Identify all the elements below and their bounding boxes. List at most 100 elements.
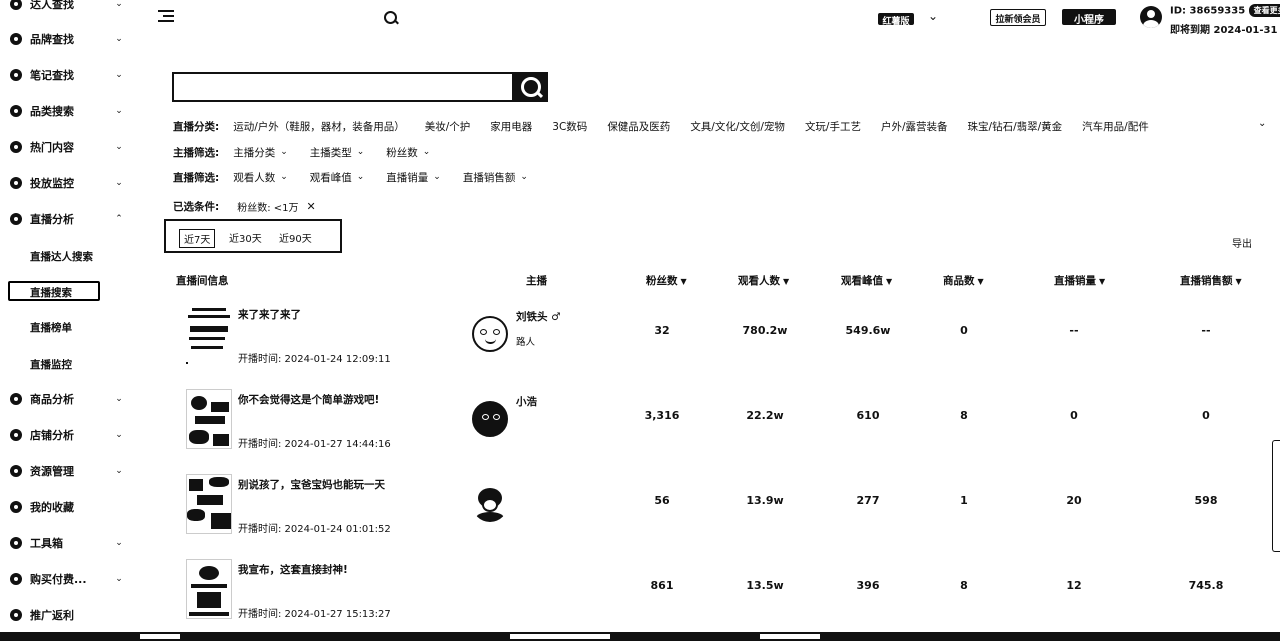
export-button[interactable]: 导出 <box>1232 235 1252 250</box>
table-row[interactable]: 别说孩了，宝爸宝妈也能玩一天 开播时间: 2024-01-24 01:01:52… <box>160 464 1270 549</box>
header-goods[interactable]: 商品数 ▼ <box>943 273 984 288</box>
search-icon[interactable] <box>383 10 399 26</box>
live-start-time: 开播时间: 2024-01-24 01:01:52 <box>238 524 391 535</box>
anchor-name[interactable]: 小浩 <box>516 394 537 409</box>
sales-dropdown[interactable]: 直播销量 ⌄ <box>386 170 441 185</box>
tab-90-days[interactable]: 近90天 <box>279 230 312 245</box>
live-start-time: 开播时间: 2024-01-24 12:09:11 <box>238 354 391 365</box>
header-revenue[interactable]: 直播销售额 ▼ <box>1180 273 1242 288</box>
side-drawer-handle[interactable] <box>1272 440 1280 552</box>
header-peak[interactable]: 观看峰值 ▼ <box>841 273 892 288</box>
chevron-down-icon[interactable]: ⌄ <box>1258 118 1266 129</box>
category-option[interactable]: 运动/户外（鞋服，器材，装备用品） <box>233 119 405 134</box>
live-title[interactable]: 来了来了来了 <box>238 307 301 322</box>
sort-icon: ▼ <box>1099 277 1106 286</box>
category-filter-row: 直播分类: 运动/户外（鞋服，器材，装备用品） 美妆/个护 家用电器 3C数码 … <box>173 118 1169 134</box>
sidebar-item-category-search[interactable]: 品类搜索 ⌄ <box>10 100 124 122</box>
menu-dot-icon <box>10 33 22 45</box>
header-viewers[interactable]: 观看人数 ▼ <box>738 273 789 288</box>
header-label: 商品数 <box>943 275 975 287</box>
sidebar-item-label: 我的收藏 <box>30 501 74 514</box>
invite-vip-button[interactable]: 拉新领会员 <box>990 9 1046 26</box>
cell-sales: 0 <box>1070 409 1078 422</box>
sidebar-item-note-search[interactable]: 笔记查找 ⌄ <box>10 64 124 86</box>
sidebar-item-resource-management[interactable]: 资源管理 ⌄ <box>10 460 124 482</box>
period-tabs: 近7天 近30天 近90天 <box>164 219 342 253</box>
category-option[interactable]: 文具/文化/文创/宠物 <box>690 119 785 134</box>
viewers-dropdown[interactable]: 观看人数 ⌄ <box>233 170 288 185</box>
revenue-dropdown[interactable]: 直播销售额 ⌄ <box>463 170 528 185</box>
anchor-category-dropdown[interactable]: 主播分类 ⌄ <box>233 145 288 160</box>
live-title[interactable]: 我宣布，这套直接封神! <box>238 562 348 577</box>
more-badge[interactable]: 查看更多 <box>1248 4 1280 17</box>
category-option[interactable]: 家用电器 <box>490 119 532 134</box>
tab-7-days[interactable]: 近7天 <box>179 229 216 248</box>
anchor-name[interactable]: 刘铁头 ♂ <box>516 309 561 324</box>
tab-30-days[interactable]: 近30天 <box>229 230 262 245</box>
sidebar-sub-live-ranking[interactable]: 直播榜单 <box>30 320 72 335</box>
live-title[interactable]: 你不会觉得这是个简单游戏吧! <box>238 392 379 407</box>
dropdown-label: 粉丝数 <box>386 146 418 159</box>
sort-icon: ▼ <box>680 277 687 286</box>
sidebar-item-product-analysis[interactable]: 商品分析 ⌄ <box>10 388 124 410</box>
sidebar-sub-live-influencer-search[interactable]: 直播达人搜索 <box>30 249 93 264</box>
table-row[interactable]: 来了来了来了 开播时间: 2024-01-24 12:09:11 刘铁头 ♂ 路… <box>160 294 1270 379</box>
fans-dropdown[interactable]: 粉丝数 ⌄ <box>386 145 430 160</box>
anchor-type-dropdown[interactable]: 主播类型 ⌄ <box>310 145 365 160</box>
live-cover-image[interactable] <box>186 304 232 364</box>
sidebar-item-purchase[interactable]: 购买付费... ⌄ <box>10 568 124 590</box>
sidebar-item-referral[interactable]: 推广返利 <box>10 604 124 626</box>
live-title[interactable]: 别说孩了，宝爸宝妈也能玩一天 <box>238 477 385 492</box>
sort-icon: ▼ <box>783 277 790 286</box>
header-live-info: 直播间信息 <box>176 275 229 287</box>
peak-dropdown[interactable]: 观看峰值 ⌄ <box>310 170 365 185</box>
cell-sales: 20 <box>1066 494 1082 507</box>
sidebar-item-live-analysis[interactable]: 直播分析 ⌃ <box>10 208 124 230</box>
table-row[interactable]: 我宣布，这套直接封神! 开播时间: 2024-01-27 15:13:27 86… <box>160 549 1270 634</box>
sidebar-item-ad-monitor[interactable]: 投放监控 ⌄ <box>10 172 124 194</box>
search-input[interactable] <box>174 74 512 100</box>
sidebar-item-favorites[interactable]: 我的收藏 <box>10 496 124 518</box>
search-button[interactable] <box>512 72 548 102</box>
sidebar-item-brand-search[interactable]: 品牌查找 ⌄ <box>10 28 124 50</box>
category-option[interactable]: 3C数码 <box>552 119 587 134</box>
mini-program-button[interactable]: 小程序 <box>1062 9 1116 25</box>
category-option[interactable]: 珠宝/钻石/翡翠/黄金 <box>968 119 1063 134</box>
category-option[interactable]: 美妆/个护 <box>425 119 471 134</box>
category-option[interactable]: 保健品及医药 <box>607 119 670 134</box>
category-option[interactable]: 文玩/手工艺 <box>805 119 861 134</box>
dropdown-label: 直播销售额 <box>462 171 516 184</box>
live-start-time: 开播时间: 2024-01-27 14:44:16 <box>238 439 391 450</box>
category-option[interactable]: 汽车用品/配件 <box>1082 119 1149 134</box>
anchor-avatar[interactable] <box>472 486 508 522</box>
chevron-down-icon: ⌄ <box>115 142 123 152</box>
sidebar-sub-live-monitor[interactable]: 直播监控 <box>30 357 72 372</box>
live-cover-image[interactable] <box>186 474 232 534</box>
live-cover-image[interactable] <box>186 389 232 449</box>
sidebar-item-influencer-search[interactable]: 达人查找 ⌄ <box>10 0 124 15</box>
header-sales[interactable]: 直播销量 ▼ <box>1054 273 1105 288</box>
header-fans[interactable]: 粉丝数 ▼ <box>646 273 687 288</box>
sidebar-item-shop-analysis[interactable]: 店铺分析 ⌄ <box>10 424 124 446</box>
anchor-avatar[interactable] <box>472 316 508 352</box>
dropdown-label: 观看人数 <box>233 171 276 184</box>
header-label: 直播销售额 <box>1180 275 1233 287</box>
menu-toggle-icon[interactable] <box>158 10 174 24</box>
close-icon[interactable]: ✕ <box>307 200 316 213</box>
live-cover-image[interactable] <box>186 559 232 619</box>
sidebar-sub-live-search[interactable]: 直播搜索 <box>8 281 100 301</box>
selected-chip: 粉丝数: <1万 ✕ <box>237 199 316 214</box>
menu-dot-icon <box>10 177 22 189</box>
live-start-time: 开播时间: 2024-01-27 15:13:27 <box>238 609 391 620</box>
chevron-down-icon: ⌄ <box>115 466 123 476</box>
user-avatar[interactable] <box>1140 6 1162 28</box>
sidebar-item-label: 直播分析 <box>30 213 74 226</box>
sidebar-item-label: 热门内容 <box>30 141 74 154</box>
sidebar-item-hot-content[interactable]: 热门内容 ⌄ <box>10 136 124 158</box>
platform-tag[interactable]: 红薯版 <box>878 13 914 25</box>
table-row[interactable]: 你不会觉得这是个简单游戏吧! 开播时间: 2024-01-27 14:44:16… <box>160 379 1270 464</box>
sidebar-item-toolbox[interactable]: 工具箱 ⌄ <box>10 532 124 554</box>
chevron-down-icon[interactable]: ⌄ <box>928 9 938 23</box>
category-option[interactable]: 户外/露营装备 <box>881 119 948 134</box>
anchor-avatar[interactable] <box>472 401 508 437</box>
